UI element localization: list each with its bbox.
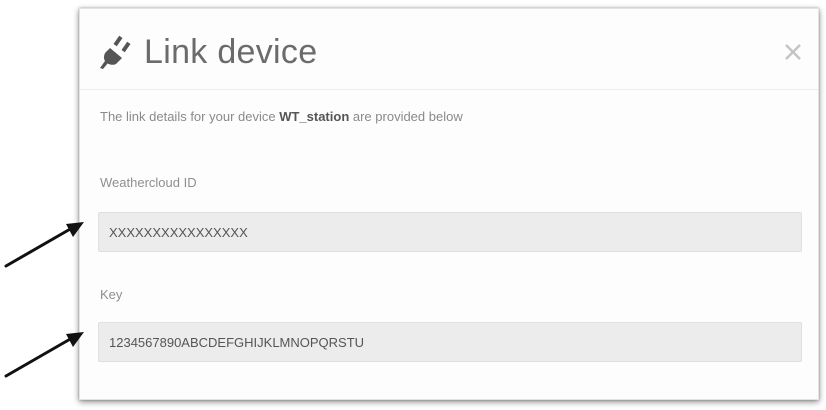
plug-icon [100, 35, 131, 69]
arrow-icon [4, 222, 84, 268]
header-divider [80, 89, 818, 90]
key-label: Key [100, 287, 123, 302]
device-name: WT_station [279, 109, 350, 124]
dialog-title: Link device [144, 32, 318, 71]
key-field[interactable] [98, 322, 802, 362]
weathercloud-id-field[interactable] [98, 212, 802, 252]
intro-prefix: The link details for your device [100, 109, 280, 124]
close-icon[interactable] [782, 41, 804, 63]
screenshot-stage: Link device The link details for your de… [0, 0, 826, 410]
intro-suffix: are provided below [349, 109, 463, 124]
weathercloud-id-label: Weathercloud ID [100, 175, 197, 190]
arrow-icon [4, 332, 84, 378]
intro-text: The link details for your device WT_stat… [100, 109, 463, 124]
dialog-header: Link device [98, 27, 317, 77]
link-device-dialog: Link device The link details for your de… [79, 8, 819, 400]
